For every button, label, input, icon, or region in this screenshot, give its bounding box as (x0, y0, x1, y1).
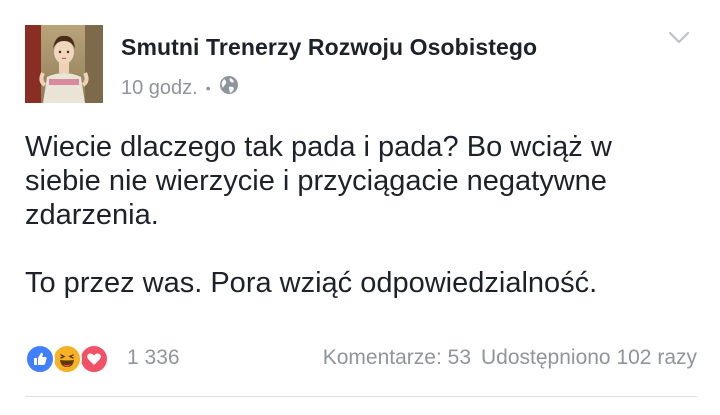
reaction-count[interactable]: 1 336 (127, 346, 180, 370)
post-text: Wiecie dlaczego tak pada i pada? Bo wcią… (25, 130, 705, 300)
comments-count[interactable]: Komentarze: 53 (323, 346, 471, 369)
portrait-image (25, 25, 103, 103)
chevron-down-icon[interactable] (668, 30, 690, 46)
post-paragraph: Wiecie dlaczego tak pada i pada? Bo wcią… (25, 131, 612, 231)
love-icon (79, 344, 109, 374)
footer-divider (25, 396, 697, 397)
post-footer: 1 336 Komentarze: 53 Udostępniono 102 raz… (25, 342, 697, 376)
post-stats: Komentarze: 53 Udostępniono 102 razy (323, 346, 697, 370)
post-meta: 10 godz. • (121, 75, 239, 101)
reactions-summary[interactable] (25, 344, 125, 374)
post-timestamp[interactable]: 10 godz. (121, 77, 198, 100)
page-avatar[interactable] (25, 25, 103, 103)
meta-separator: • (205, 80, 211, 96)
page-name[interactable]: Smutni Trenerzy Rozwoju Osobistego (121, 34, 537, 61)
like-icon (25, 344, 55, 374)
haha-icon (52, 344, 82, 374)
post-paragraph: To przez was. Pora wziąć odpowiedzialnoś… (25, 267, 598, 299)
shares-count[interactable]: Udostępniono 102 razy (481, 346, 697, 369)
globe-icon[interactable] (219, 75, 239, 101)
